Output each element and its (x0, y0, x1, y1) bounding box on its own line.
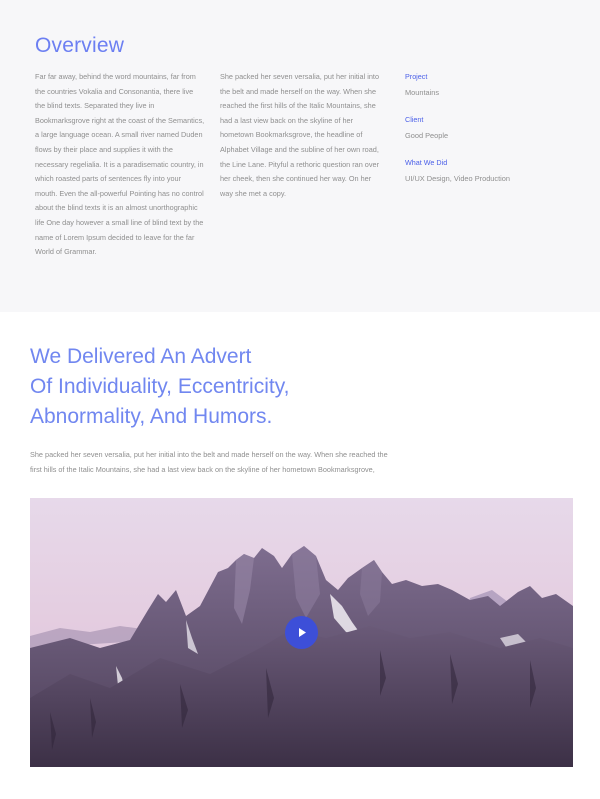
feature-headline: We Delivered An Advert Of Individuality,… (30, 342, 289, 432)
feature-lede: She packed her seven versalia, put her i… (30, 450, 388, 474)
overview-section: Overview Far far away, behind the word m… (0, 0, 600, 312)
headline-line-1: We Delivered An Advert (30, 345, 252, 368)
project-meta: Project Mountains Client Good People Wha… (405, 70, 585, 199)
what-we-did-label: What We Did (405, 158, 448, 167)
play-button[interactable] (285, 616, 318, 649)
overview-title: Overview (35, 34, 125, 57)
overview-column-1: Far far away, behind the word mountains,… (35, 72, 205, 257)
what-we-did-value: UI/UX Design, Video Production (405, 174, 511, 183)
headline-line-2: Of Individuality, Eccentricity, (30, 375, 290, 398)
client-value: Good People (405, 131, 449, 140)
project-label: Project (405, 72, 428, 81)
headline-line-3: Abnormality, And Humors. (30, 405, 273, 428)
video-thumbnail[interactable] (30, 498, 573, 767)
project-value: Mountains (405, 88, 440, 97)
play-icon (299, 628, 306, 637)
client-label: Client (405, 115, 424, 124)
overview-column-2: She packed her seven versalia, put her i… (220, 72, 380, 198)
